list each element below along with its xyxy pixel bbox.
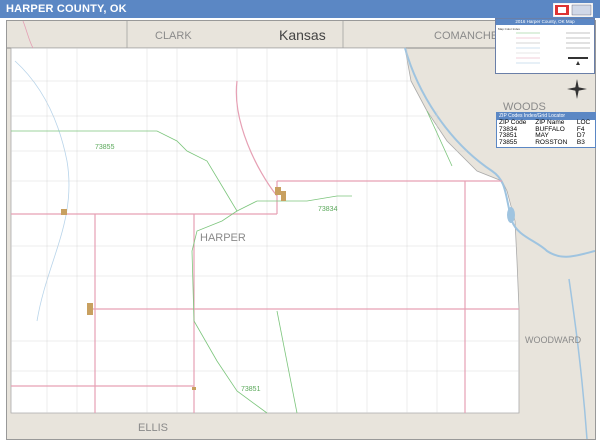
town-marker-south: [192, 387, 196, 390]
label-woodward: WOODWARD: [525, 335, 582, 345]
zip-loc-cell: B3: [576, 138, 585, 146]
zip-locator-table: ZIP Codes Index/Grid Locator ZIP Code ZI…: [496, 112, 596, 148]
label-kansas: Kansas: [279, 27, 326, 43]
label-comanche: COMANCHE: [434, 30, 498, 42]
county-map[interactable]: CLARK Kansas COMANCHE WOODS WOODWARD ELL…: [6, 20, 596, 440]
river-south: [568, 278, 588, 439]
map-legend: 2016 Harper County, OK Map Map Color Ind…: [495, 18, 595, 74]
zip-code-cell: 73855: [499, 138, 518, 146]
zip-name-cell: ROSSTON: [535, 138, 568, 146]
publisher-logo: [553, 3, 593, 17]
page-title: HARPER COUNTY, OK: [6, 3, 127, 15]
legend-swatches: [516, 32, 590, 65]
compass-rose-icon: [567, 79, 587, 99]
label-harper: HARPER: [200, 232, 246, 244]
zip-label-73851: 73851: [241, 386, 261, 393]
label-clark: CLARK: [155, 30, 192, 42]
table-row: 73855 ROSSTON B3: [497, 138, 595, 147]
north-creek: [22, 21, 34, 49]
legend-title: 2016 Harper County, OK Map: [496, 19, 594, 25]
lake-icon: [507, 207, 515, 223]
map-canvas: CLARK Kansas COMANCHE WOODS WOODWARD ELL…: [7, 21, 595, 439]
label-ellis: ELLIS: [138, 422, 168, 434]
town-may: [87, 303, 93, 315]
zip-label-73834: 73834: [318, 206, 338, 213]
harper-county-area: [10, 47, 520, 414]
zip-label-73855: 73855: [95, 144, 115, 151]
town-rosston: [61, 209, 67, 215]
title-bar: HARPER COUNTY, OK: [0, 0, 600, 18]
zip-table: ZIP Code ZIP Name LOC 73834 BUFFALO F4 7…: [497, 119, 595, 147]
